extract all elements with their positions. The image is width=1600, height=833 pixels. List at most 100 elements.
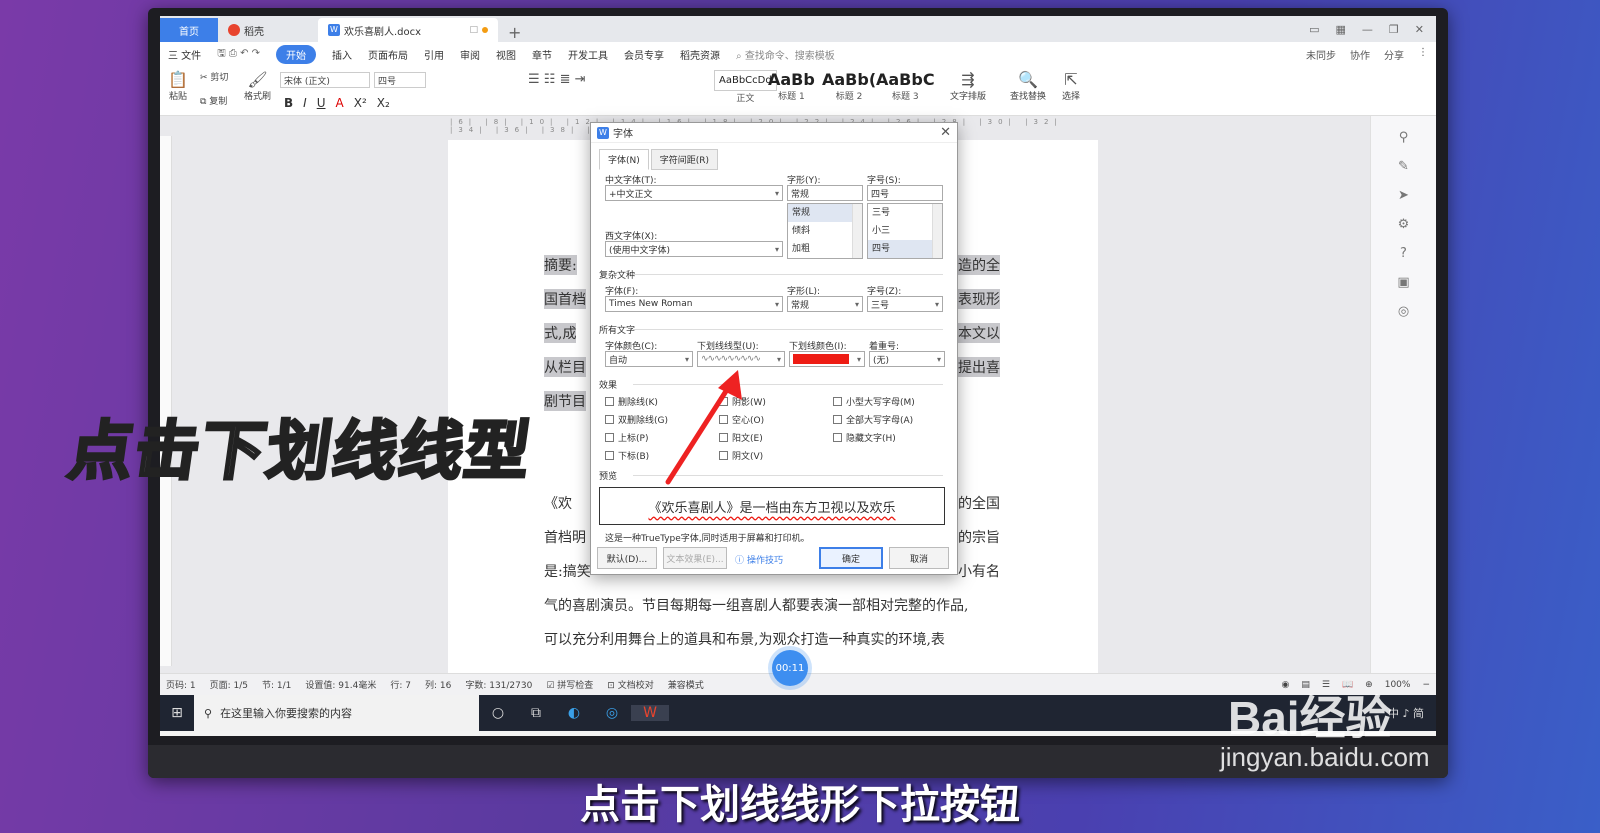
effect-checkbox[interactable]: 全部大写字母(A) bbox=[833, 413, 913, 426]
checkbox-icon[interactable] bbox=[605, 415, 614, 424]
complex-style-select[interactable]: 常规 ▾ bbox=[787, 296, 863, 312]
taskbar-search[interactable]: ⚲ 在这里输入你要搜索的内容 bbox=[194, 695, 479, 731]
close-window-icon[interactable]: ✕ bbox=[1415, 23, 1424, 36]
wps-taskbar-icon[interactable]: W bbox=[631, 705, 669, 721]
style-option[interactable]: 常规 bbox=[788, 204, 862, 222]
tab-char-spacing[interactable]: 字符间距(R) bbox=[650, 149, 719, 170]
superscript-button[interactable]: X² bbox=[354, 96, 367, 110]
effect-checkbox[interactable]: 双删除线(G) bbox=[605, 413, 668, 426]
default-button[interactable]: 默认(D)... bbox=[597, 547, 657, 569]
checkbox-icon[interactable] bbox=[719, 451, 728, 460]
text-effect-button[interactable]: 文本效果(E)... bbox=[663, 547, 727, 569]
tab-document[interactable]: W 欢乐喜剧人.docx □ bbox=[318, 18, 498, 42]
west-font-select[interactable]: (使用中文字体) ▾ bbox=[605, 241, 783, 257]
find-replace-button[interactable]: 🔍 查找替换 bbox=[1010, 70, 1046, 102]
style-heading-1[interactable]: AaBb 标题 1 bbox=[768, 70, 815, 110]
browser-icon[interactable]: ◎ bbox=[593, 705, 631, 721]
menu-file[interactable]: 三 文件 bbox=[168, 47, 201, 62]
checkbox-icon[interactable] bbox=[719, 397, 728, 406]
tab-docer[interactable]: 稻壳 bbox=[218, 18, 318, 42]
format-painter-button[interactable]: 🖌 格式刷 bbox=[244, 70, 271, 102]
emphasis-select[interactable]: (无) ▾ bbox=[869, 351, 945, 367]
tab-close-icon[interactable]: □ bbox=[469, 25, 478, 35]
size-option[interactable]: 四号 bbox=[868, 240, 942, 258]
style-scrollbar[interactable] bbox=[852, 204, 862, 258]
size-scrollbar[interactable] bbox=[932, 204, 942, 258]
effect-checkbox[interactable]: 隐藏文字(H) bbox=[833, 431, 896, 444]
windows-start-icon[interactable]: ⊞ bbox=[160, 705, 194, 721]
tips-link[interactable]: ⓘ 操作技巧 bbox=[735, 553, 783, 566]
more-icon[interactable]: ⋮ bbox=[1418, 47, 1428, 62]
font-color-select[interactable]: 自动 ▾ bbox=[605, 351, 693, 367]
image-icon[interactable]: ▣ bbox=[1371, 275, 1436, 290]
menu-section[interactable]: 章节 bbox=[532, 47, 552, 62]
paragraph-tools[interactable]: ☰ ☷ ≣ ⇥ bbox=[528, 72, 586, 87]
style-option[interactable]: 倾斜 bbox=[788, 222, 862, 240]
size-option[interactable]: 三号 bbox=[868, 204, 942, 222]
effect-checkbox[interactable]: 下标(B) bbox=[605, 449, 649, 462]
size-listbox[interactable]: 三号 小三 四号 bbox=[867, 203, 943, 259]
minimize-icon[interactable]: — bbox=[1362, 23, 1373, 36]
dialog-close-icon[interactable]: ✕ bbox=[940, 125, 951, 140]
complex-font-select[interactable]: Times New Roman ▾ bbox=[605, 296, 783, 312]
style-input[interactable]: 常规 bbox=[787, 185, 863, 201]
grid-icon[interactable]: ▦ bbox=[1336, 23, 1346, 36]
menu-home[interactable]: 开始 bbox=[276, 44, 317, 64]
style-option[interactable]: 加粗 bbox=[788, 240, 862, 258]
checkbox-icon[interactable] bbox=[605, 451, 614, 460]
menu-layout[interactable]: 页面布局 bbox=[368, 47, 408, 62]
underline-color-select[interactable]: ▾ bbox=[789, 351, 865, 367]
checkbox-icon[interactable] bbox=[833, 415, 842, 424]
new-tab-button[interactable]: + bbox=[498, 23, 531, 42]
cn-font-select[interactable]: +中文正文 ▾ bbox=[605, 185, 783, 201]
effect-checkbox[interactable]: 阳文(E) bbox=[719, 431, 763, 444]
pointer-icon[interactable]: ➤ bbox=[1371, 188, 1436, 203]
italic-button[interactable]: I bbox=[303, 96, 307, 110]
effect-checkbox[interactable]: 阴影(W) bbox=[719, 395, 766, 408]
checkbox-icon[interactable] bbox=[605, 397, 614, 406]
menu-developer[interactable]: 开发工具 bbox=[568, 47, 608, 62]
checkbox-icon[interactable] bbox=[719, 415, 728, 424]
proofread-button[interactable]: ⊡ 文档校对 bbox=[607, 678, 653, 691]
pin-icon[interactable]: ⚲ bbox=[1371, 130, 1436, 145]
checkbox-icon[interactable] bbox=[605, 433, 614, 442]
size-option[interactable]: 小三 bbox=[868, 222, 942, 240]
font-color-button[interactable]: A bbox=[336, 96, 344, 110]
checkbox-icon[interactable] bbox=[833, 397, 842, 406]
checkbox-icon[interactable] bbox=[833, 433, 842, 442]
font-size-select[interactable]: 四号 bbox=[374, 72, 426, 88]
tab-home[interactable]: 首页 bbox=[160, 18, 218, 42]
menu-insert[interactable]: 插入 bbox=[332, 47, 352, 62]
menu-member[interactable]: 会员专享 bbox=[624, 47, 664, 62]
restore-icon[interactable]: ❐ bbox=[1389, 23, 1399, 36]
cortana-icon[interactable]: ○ bbox=[479, 705, 517, 721]
status-word-count[interactable]: 字数: 131/2730 bbox=[465, 678, 532, 691]
menu-docer[interactable]: 稻壳资源 bbox=[680, 47, 720, 62]
task-view-icon[interactable]: ⧉ bbox=[517, 705, 555, 721]
layout-icon[interactable]: ▭ bbox=[1309, 23, 1319, 36]
checkbox-icon[interactable] bbox=[719, 433, 728, 442]
ok-button[interactable]: 确定 bbox=[819, 547, 883, 569]
select-button[interactable]: ⇱ 选择 bbox=[1062, 70, 1080, 102]
menu-review[interactable]: 审阅 bbox=[460, 47, 480, 62]
size-input[interactable]: 四号 bbox=[867, 185, 943, 201]
effect-checkbox[interactable]: 删除线(K) bbox=[605, 395, 658, 408]
underline-type-select[interactable]: ∿∿∿∿∿∿∿∿∿ ▾ bbox=[697, 351, 785, 367]
effect-checkbox[interactable]: 上标(P) bbox=[605, 431, 648, 444]
sliders-icon[interactable]: ⚙ bbox=[1371, 217, 1436, 232]
sync-button[interactable]: 未同步 bbox=[1306, 47, 1336, 62]
bold-button[interactable]: B bbox=[284, 96, 293, 110]
style-heading-2[interactable]: AaBb(标题 2 bbox=[822, 70, 876, 110]
paste-button[interactable]: 📋 粘贴 bbox=[168, 70, 188, 102]
tab-font[interactable]: 字体(N) bbox=[599, 149, 649, 170]
share-button[interactable]: 分享 bbox=[1384, 47, 1404, 62]
pen-icon[interactable]: ✎ bbox=[1371, 159, 1436, 174]
collaborate-button[interactable]: 协作 bbox=[1350, 47, 1370, 62]
effect-checkbox[interactable]: 阴文(V) bbox=[719, 449, 763, 462]
font-name-select[interactable]: 宋体 (正文) bbox=[280, 72, 370, 88]
cancel-button[interactable]: 取消 bbox=[889, 547, 949, 569]
location-icon[interactable]: ◎ bbox=[1371, 304, 1436, 319]
text-layout-button[interactable]: ⇶ 文字排版 bbox=[950, 70, 986, 102]
menu-view[interactable]: 视图 bbox=[496, 47, 516, 62]
underline-button[interactable]: U bbox=[317, 96, 326, 110]
